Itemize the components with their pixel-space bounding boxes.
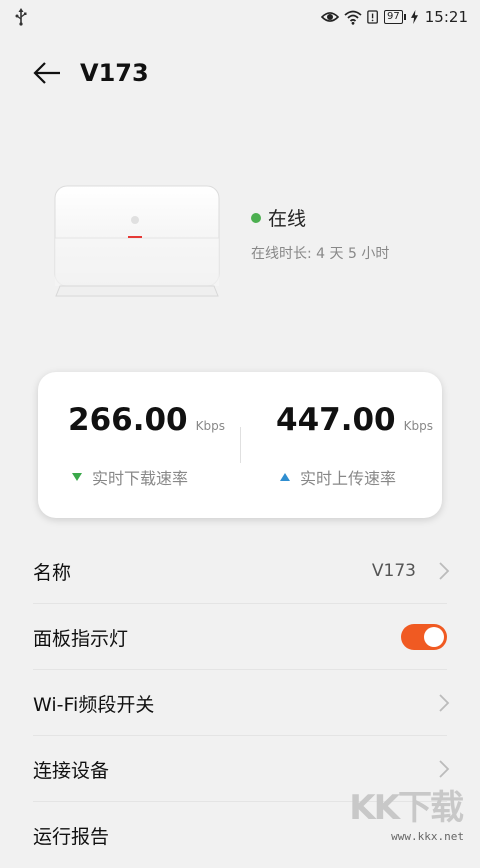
- usb-icon: [15, 8, 27, 26]
- chevron-right-icon: [439, 562, 450, 580]
- download-label: 实时下载速率: [72, 465, 188, 489]
- online-duration: 在线时长: 4 天 5 小时: [251, 246, 390, 262]
- name-label: 名称: [33, 561, 72, 584]
- panel-light-label: 面板指示灯: [33, 627, 129, 650]
- watermark-logo: KK下载: [349, 788, 464, 828]
- download-arrow-icon: [72, 473, 82, 481]
- clock: 15:21: [424, 8, 468, 26]
- status-bar: 97 15:21: [0, 0, 480, 34]
- status-right: 97 15:21: [321, 6, 468, 28]
- wifi-icon: [344, 10, 362, 25]
- page-title: V173: [80, 59, 149, 87]
- card-divider: [240, 427, 241, 463]
- upload-label-text: 实时上传速率: [300, 469, 397, 488]
- name-row[interactable]: 名称 V173: [0, 538, 480, 604]
- download-speed-value: 266.00: [68, 402, 188, 438]
- back-button[interactable]: [30, 58, 64, 88]
- wifi-band-label: Wi-Fi频段开关: [33, 693, 155, 716]
- watermark: KK下载 www.kkx.net: [340, 788, 470, 843]
- upload-speed-value: 447.00: [276, 402, 396, 438]
- eye-icon: [321, 12, 340, 22]
- download-label-text: 实时下载速率: [92, 469, 189, 488]
- upload-speed: 447.00 Kbps: [276, 402, 433, 438]
- online-dot-icon: [251, 212, 261, 223]
- panel-light-row: 面板指示灯: [0, 604, 480, 670]
- battery-tip: [403, 14, 406, 20]
- back-arrow-icon: [33, 62, 60, 84]
- speed-card: 266.00 Kbps 实时下载速率 447.00 Kbps 实时上传速率: [38, 372, 442, 518]
- wifi-band-row[interactable]: Wi-Fi频段开关: [0, 670, 480, 736]
- header: V173: [0, 50, 480, 98]
- chevron-right-icon: [439, 694, 450, 712]
- upload-arrow-icon: [280, 473, 290, 481]
- battery-level: 97: [384, 10, 403, 24]
- watermark-url: www.kkx.net: [391, 830, 464, 843]
- download-speed-unit: Kbps: [195, 419, 225, 433]
- chevron-right-icon: [439, 760, 450, 778]
- panel-light-toggle[interactable]: [401, 624, 447, 650]
- online-status-text: 在线: [268, 208, 307, 230]
- router-image: [54, 185, 220, 297]
- online-status: 在线: [251, 204, 306, 231]
- upload-speed-unit: Kbps: [403, 419, 433, 433]
- run-report-label: 运行报告: [33, 825, 110, 848]
- download-speed: 266.00 Kbps: [68, 402, 225, 438]
- upload-label: 实时上传速率: [280, 465, 396, 489]
- battery-indicator: 97: [384, 10, 406, 24]
- charging-icon: [410, 10, 418, 24]
- connected-devices-label: 连接设备: [33, 759, 110, 782]
- name-value: V173: [371, 561, 416, 581]
- alert-sim-icon: [367, 10, 378, 24]
- toggle-knob: [424, 627, 444, 647]
